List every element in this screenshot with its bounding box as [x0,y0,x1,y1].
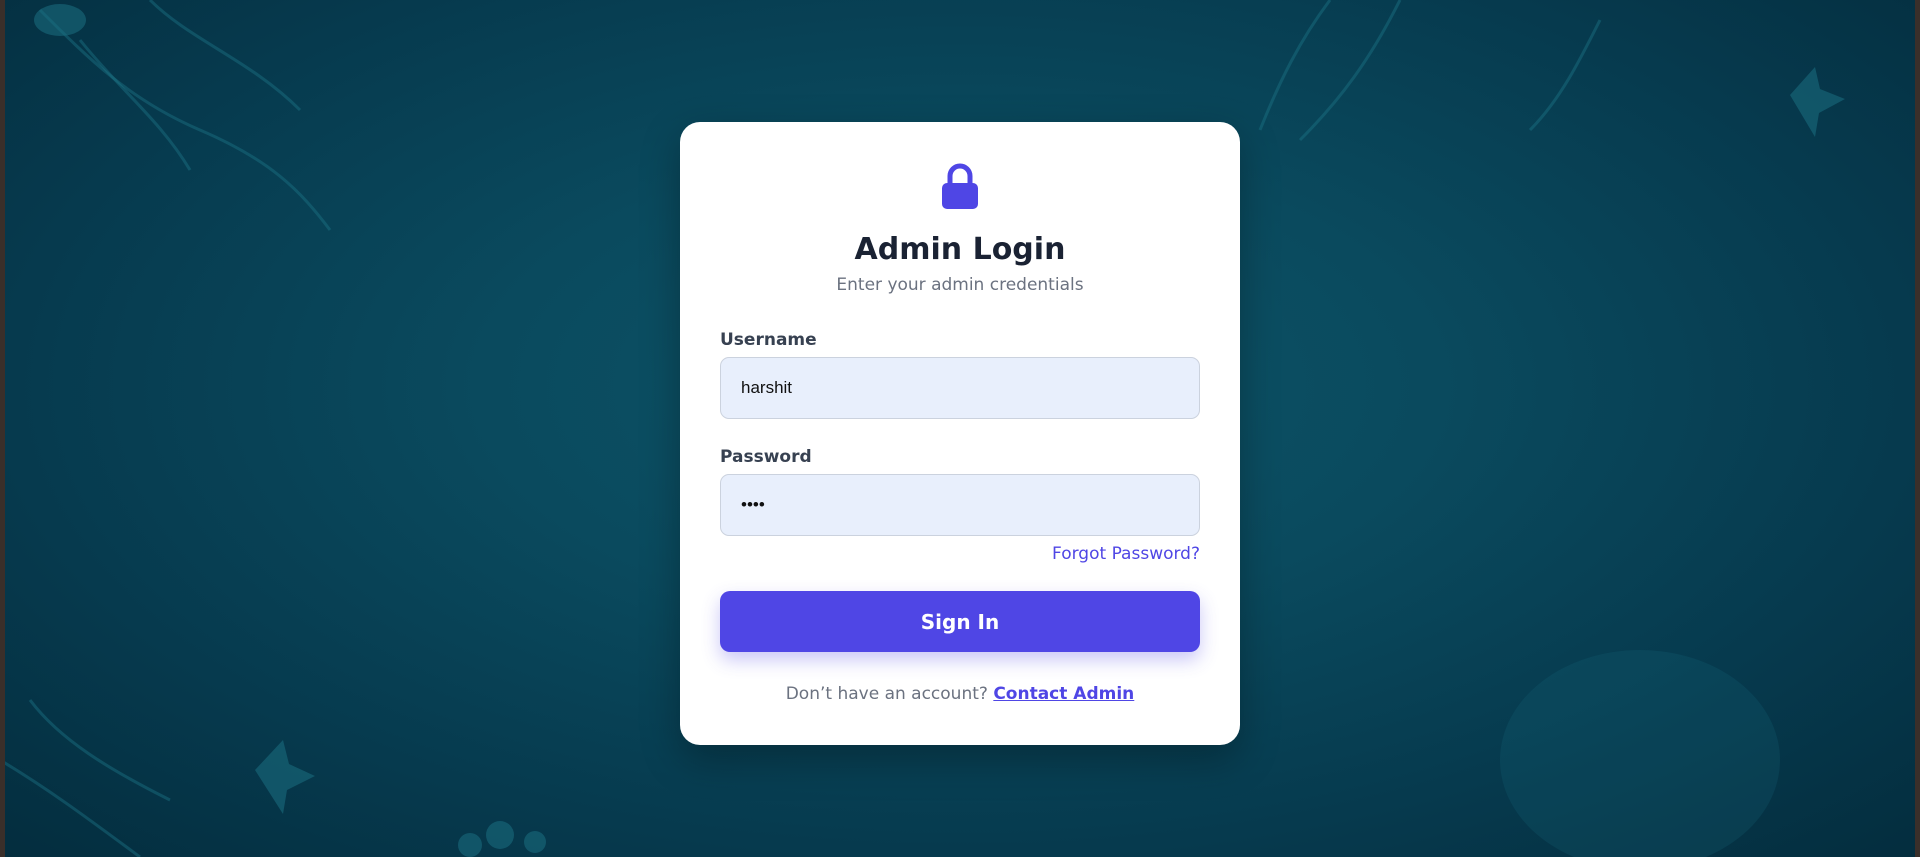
left-edge [0,0,5,857]
forgot-password-link[interactable]: Forgot Password? [1052,544,1200,564]
lock-icon [942,163,978,209]
header-icon [680,162,1240,214]
signup-prompt: Don’t have an account? Contact Admin [680,684,1240,704]
contact-admin-link[interactable]: Contact Admin [993,684,1134,704]
sign-in-button[interactable]: Sign In [720,591,1200,652]
page-title: Admin Login [854,232,1066,267]
password-label: Password [720,447,812,467]
password-input[interactable] [720,474,1200,536]
username-input[interactable] [720,357,1200,419]
signup-prompt-text: Don’t have an account? [785,684,988,704]
right-edge [1915,0,1920,857]
username-label: Username [720,330,817,350]
login-card: Admin Login Enter your admin credentials… [680,122,1240,745]
page-subtitle: Enter your admin credentials [836,275,1084,295]
